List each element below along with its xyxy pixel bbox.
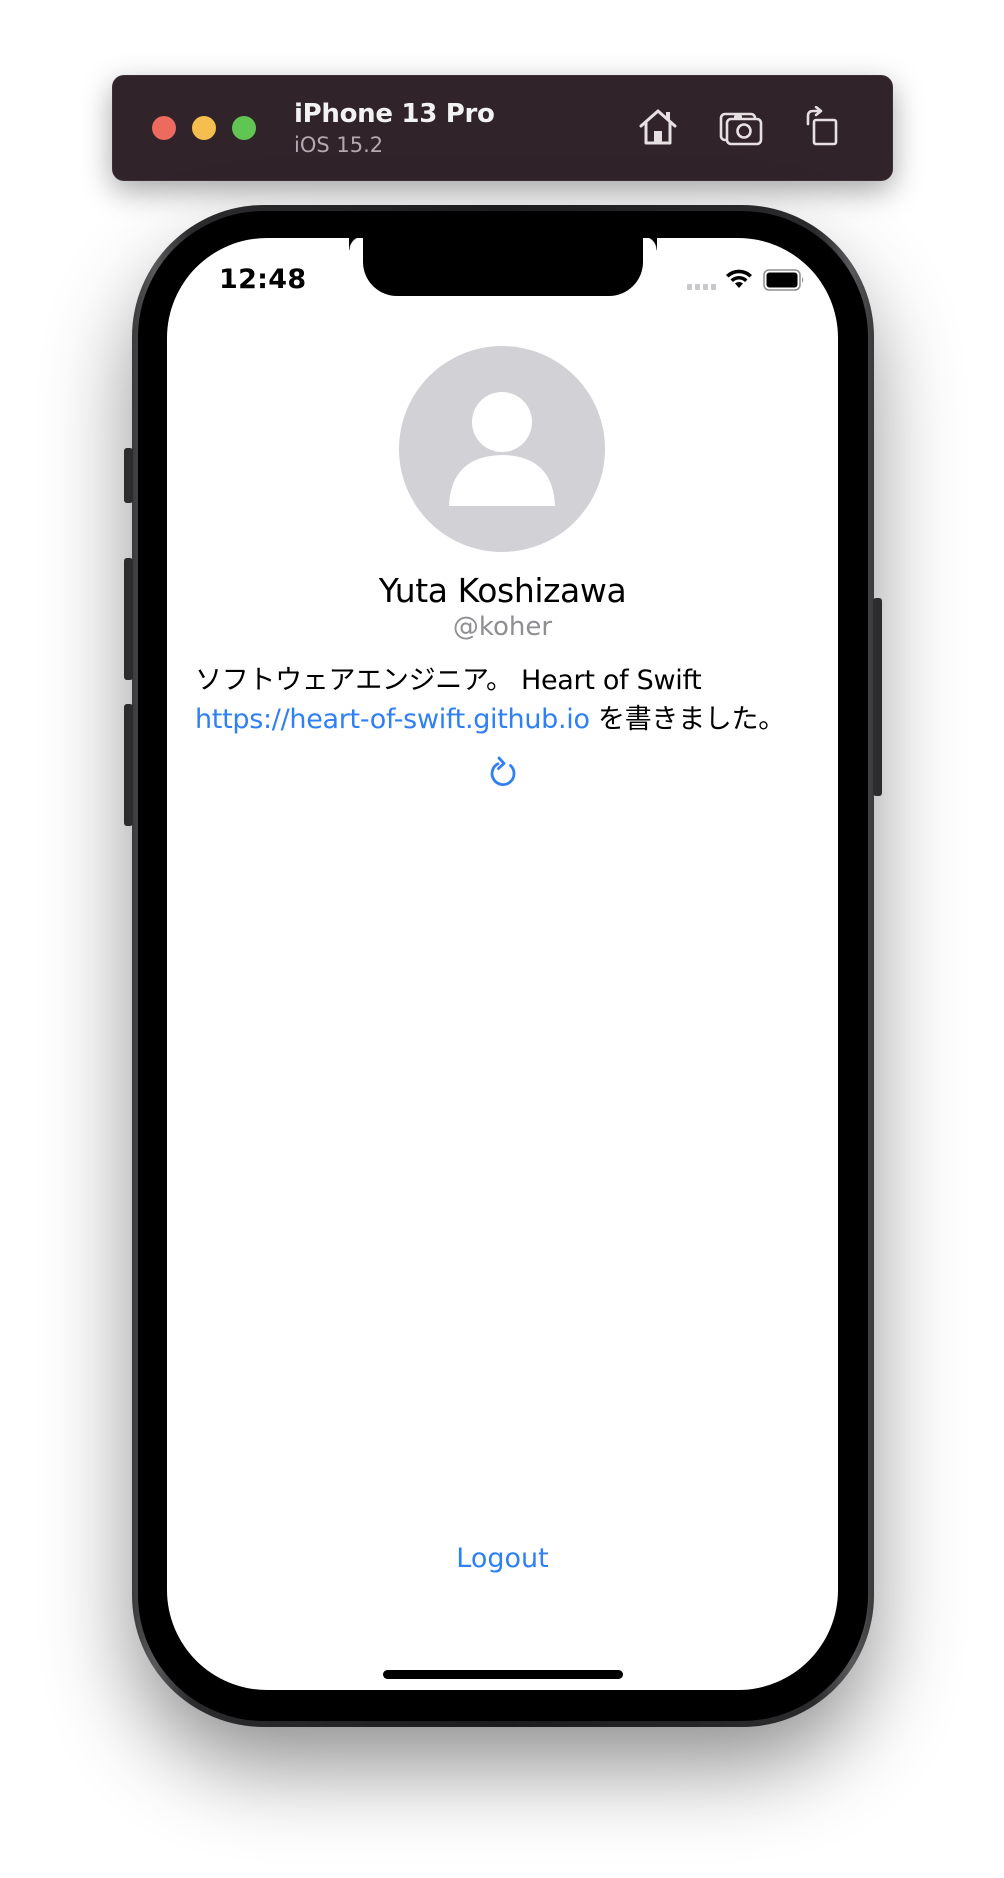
device-screen: 12:48 Yuta Koshizawa @koher ソフトウェアエンジニア。… bbox=[167, 238, 838, 1690]
battery-icon bbox=[763, 269, 804, 291]
simulator-title-bar: iPhone 13 Pro iOS 15.2 bbox=[112, 75, 893, 181]
rotate-button[interactable] bbox=[799, 101, 845, 153]
cellular-signal-icon bbox=[687, 284, 716, 290]
logout-button[interactable]: Logout bbox=[167, 1543, 838, 1574]
minimize-window-button[interactable] bbox=[192, 116, 216, 140]
wifi-icon bbox=[726, 269, 752, 288]
side-power-button bbox=[873, 598, 882, 796]
device-name: iPhone 13 Pro bbox=[294, 99, 495, 129]
camera-icon bbox=[719, 112, 763, 146]
volume-down-button bbox=[124, 704, 133, 826]
screenshot-button[interactable] bbox=[718, 101, 764, 153]
house-icon bbox=[639, 109, 677, 145]
bio-text-suffix: を書きました。 bbox=[589, 704, 785, 735]
refresh-button[interactable] bbox=[486, 756, 520, 792]
volume-up-button bbox=[124, 558, 133, 680]
bio-text: ソフトウェアエンジニア。 Heart of Swift bbox=[195, 665, 702, 696]
rotate-icon bbox=[806, 106, 838, 146]
profile-name: Yuta Koshizawa bbox=[378, 571, 627, 610]
person-placeholder-icon bbox=[449, 392, 555, 506]
simulator-window: iPhone 13 Pro iOS 15.2 12:48 Yuta Koshiz… bbox=[0, 0, 1004, 1878]
zoom-window-button[interactable] bbox=[232, 116, 256, 140]
status-time: 12:48 bbox=[219, 264, 307, 295]
silent-switch bbox=[124, 448, 133, 503]
notch bbox=[363, 238, 657, 296]
profile-bio: ソフトウェアエンジニア。 Heart of Swift https://hear… bbox=[195, 661, 820, 739]
close-window-button[interactable] bbox=[152, 116, 176, 140]
profile-handle: @koher bbox=[452, 612, 553, 642]
home-button[interactable] bbox=[635, 101, 681, 153]
bio-link[interactable]: https://heart-of-swift.github.io bbox=[195, 704, 590, 735]
os-version: iOS 15.2 bbox=[294, 133, 384, 157]
avatar bbox=[399, 346, 605, 552]
home-indicator[interactable] bbox=[383, 1670, 623, 1679]
arrow-clockwise-icon bbox=[490, 756, 516, 786]
